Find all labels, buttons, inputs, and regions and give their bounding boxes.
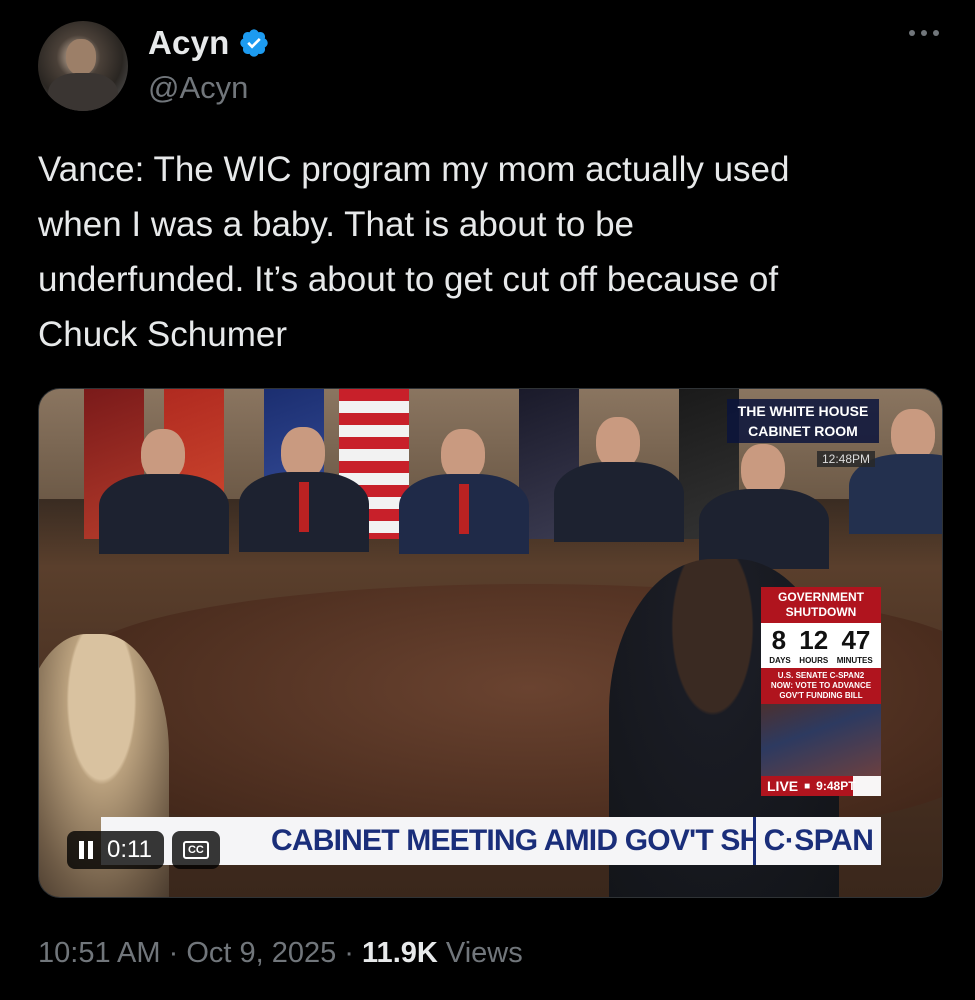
live-time: 9:48PT [816,779,856,793]
person-5 [699,444,829,569]
meta-separator: · [336,937,363,969]
shutdown-units: DAYS HOURS MINUTES [761,656,881,668]
shutdown-title: GOVERNMENT SHUTDOWN [761,587,881,623]
days-label: DAYS [769,656,791,665]
hours-label: HOURS [799,656,829,665]
shutdown-days: 8 [771,625,787,655]
author-display-name[interactable]: Acyn [148,24,230,62]
more-horizontal-icon[interactable] [909,30,939,36]
avatar-face [66,39,96,75]
network-logo: C·SPAN [753,817,881,865]
views-label: Views [437,937,523,969]
live-badge: LIVE ■ 9:48PT [761,776,856,796]
shutdown-count: 8 12 47 [761,623,881,656]
tweet-date[interactable]: Oct 9, 2025 [186,937,336,969]
live-label: LIVE [767,778,799,794]
live-dot-icon: ■ [804,780,811,792]
location-time: 12:48PM [817,451,876,467]
play-pause-button[interactable]: 0:11 [67,831,164,869]
author-handle[interactable]: @Acyn [148,70,248,106]
shutdown-counter: GOVERNMENT SHUTDOWN 8 12 47 DAYS HOURS M… [761,587,881,796]
person-3 [399,429,529,554]
captions-icon: CC [182,841,209,859]
tweet-time[interactable]: 10:51 AM [38,937,161,969]
more-dot [909,30,915,36]
person-1 [99,429,229,554]
elapsed-time: 0:11 [107,836,152,863]
senate-thumbnail [761,704,881,776]
pause-icon [79,841,93,859]
minutes-label: MINUTES [836,656,873,665]
more-dot [921,30,927,36]
video-player[interactable]: THE WHITE HOUSE CABINET ROOM 12:48PM GOV… [38,388,943,898]
tweet-meta: 10:51 AM · Oct 9, 2025 · 11.9K Views [38,937,523,970]
tweet-text: Vance: The WIC program my mom actually u… [38,150,790,354]
author-name-row: Acyn [148,24,270,62]
author-avatar[interactable] [38,21,128,111]
meta-separator: · [160,937,187,969]
shutdown-hours: 12 [799,625,829,655]
verified-badge-icon [239,29,268,57]
captions-button[interactable]: CC [171,831,220,869]
person-4 [554,417,684,542]
avatar-shirt [48,73,118,111]
video-controls: 0:11 CC [67,830,220,870]
shutdown-minutes: 47 [841,625,871,655]
senate-label: U.S. SENATE C-SPAN2 NOW: VOTE TO ADVANCE… [761,668,881,704]
location-label: THE WHITE HOUSE CABINET ROOM [727,399,879,443]
person-2 [239,427,369,552]
views-count[interactable]: 11.9K [362,937,438,969]
more-dot [933,30,939,36]
